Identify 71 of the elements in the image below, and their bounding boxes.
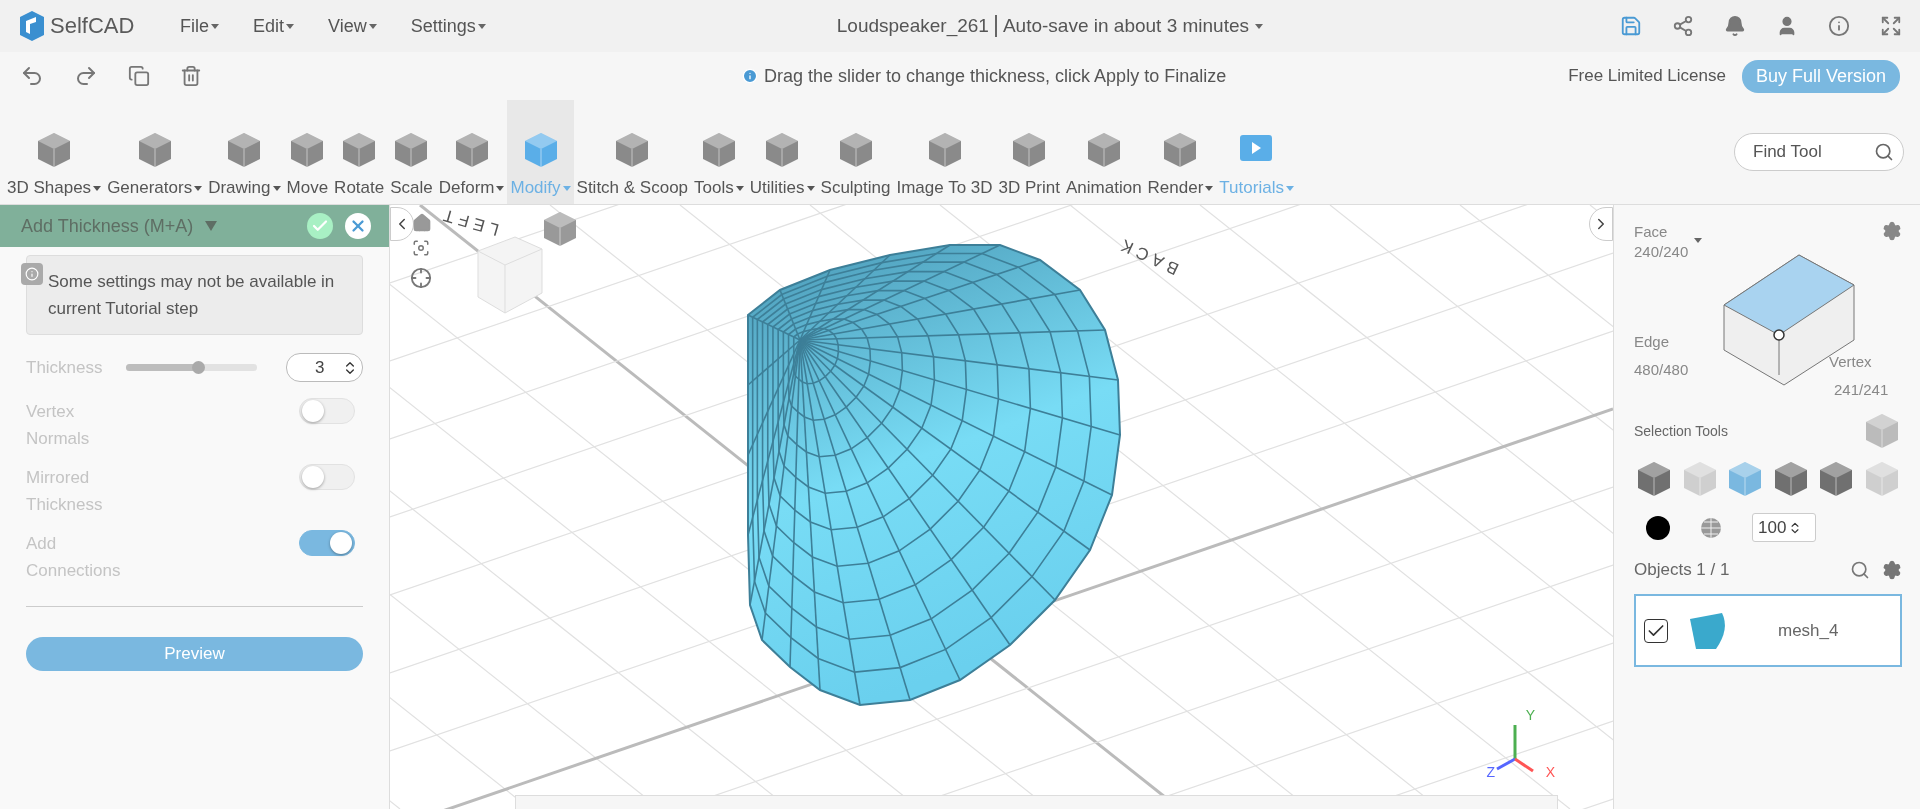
panel-title: Add Thickness (M+A) (21, 215, 194, 237)
settings-icon[interactable] (1882, 221, 1902, 241)
orbit-icon[interactable] (410, 267, 432, 289)
dropdown-arrow-icon[interactable] (205, 221, 218, 231)
axis-label: X (1545, 764, 1555, 780)
search-icon[interactable] (1850, 560, 1870, 580)
object-checkbox[interactable] (1644, 618, 1668, 643)
vertex-count: 241/241 (1834, 381, 1889, 398)
tool-button[interactable]: Image To 3D (893, 100, 996, 204)
scene-label: LEFT (436, 205, 502, 240)
tool-button[interactable]: 3D Print (995, 100, 1063, 204)
axis-label: Y (1525, 707, 1535, 723)
fullscreen-icon[interactable] (1880, 15, 1902, 37)
focus-icon[interactable] (412, 239, 430, 257)
tool-button[interactable]: 3D Shapes (4, 100, 105, 204)
search-icon[interactable] (1874, 142, 1894, 162)
save-icon[interactable] (1620, 15, 1642, 37)
hint-text: Drag the slider to change thickness, click Apply to Finalize (763, 65, 1227, 87)
object-name: mesh_4 (1778, 620, 1839, 641)
settings-icon[interactable] (1882, 560, 1902, 580)
autosave-dropdown[interactable]: Auto-save in about 3 minutes (1002, 15, 1263, 37)
document-title: Loudspeaker_261 (836, 15, 997, 37)
apply-button[interactable] (307, 213, 333, 239)
info-icon (21, 263, 43, 285)
redo-icon[interactable] (74, 64, 98, 88)
menu-item[interactable]: Settings (410, 15, 486, 37)
tool-button[interactable]: Deform (435, 100, 508, 204)
tool-button[interactable]: Scale (387, 100, 436, 204)
collapse-left-button[interactable] (390, 207, 414, 241)
opacity-field[interactable]: 100 (1752, 513, 1816, 542)
copy-icon[interactable] (128, 64, 150, 88)
tool-button[interactable]: Render (1144, 100, 1217, 204)
menu-item[interactable]: Edit (253, 15, 295, 37)
objects-label: Objects 1 / 1 (1634, 560, 1730, 580)
thickness-stepper[interactable]: 3 (286, 353, 363, 382)
logo-icon (18, 11, 46, 41)
bell-icon[interactable] (1724, 15, 1746, 37)
tool-button[interactable]: Sculpting (817, 100, 894, 204)
selection-tools-label: Selection Tools (1634, 423, 1728, 439)
menu-item[interactable]: File (180, 15, 219, 37)
tool-button[interactable]: Tools (691, 100, 747, 204)
trash-icon[interactable] (180, 64, 202, 88)
tool-button[interactable]: Generators (104, 100, 206, 204)
tool-button[interactable]: Rotate (331, 100, 388, 204)
object-row[interactable]: mesh_4 (1634, 594, 1902, 667)
tool-button[interactable]: Stitch & Scoop (573, 100, 692, 204)
axis-label: Z (1486, 764, 1495, 780)
close-icon (349, 217, 367, 235)
tool-button[interactable]: Drawing (205, 100, 284, 204)
edge-count: 480/480 (1634, 361, 1689, 378)
info-icon (741, 68, 758, 84)
undo-icon[interactable] (20, 64, 44, 88)
logo-text: SelfCAD (50, 13, 135, 39)
collapse-right-button[interactable] (1589, 207, 1613, 241)
color-dot-icon[interactable] (1646, 515, 1670, 540)
tool-button[interactable]: Move (283, 100, 332, 204)
slider-thumb[interactable] (192, 361, 206, 374)
menu-item[interactable]: View (328, 15, 377, 37)
tool-button[interactable]: Animation (1063, 100, 1145, 204)
sphere-icon[interactable] (1700, 516, 1722, 539)
find-tool-field[interactable]: Find Tool (1734, 133, 1904, 171)
cancel-button[interactable] (345, 213, 371, 239)
notice-text: Some settings may not be available in current Tutorial step (48, 272, 335, 318)
tool-button[interactable]: Utilities (746, 100, 818, 204)
license-text: Free Limited License (1568, 66, 1726, 86)
toggle-switch[interactable] (299, 530, 355, 556)
thickness-slider[interactable] (126, 364, 257, 371)
home-icon[interactable] (412, 213, 432, 233)
info-icon[interactable] (1828, 15, 1850, 37)
face-count: 240/240 (1634, 243, 1689, 260)
share-icon[interactable] (1672, 15, 1694, 37)
